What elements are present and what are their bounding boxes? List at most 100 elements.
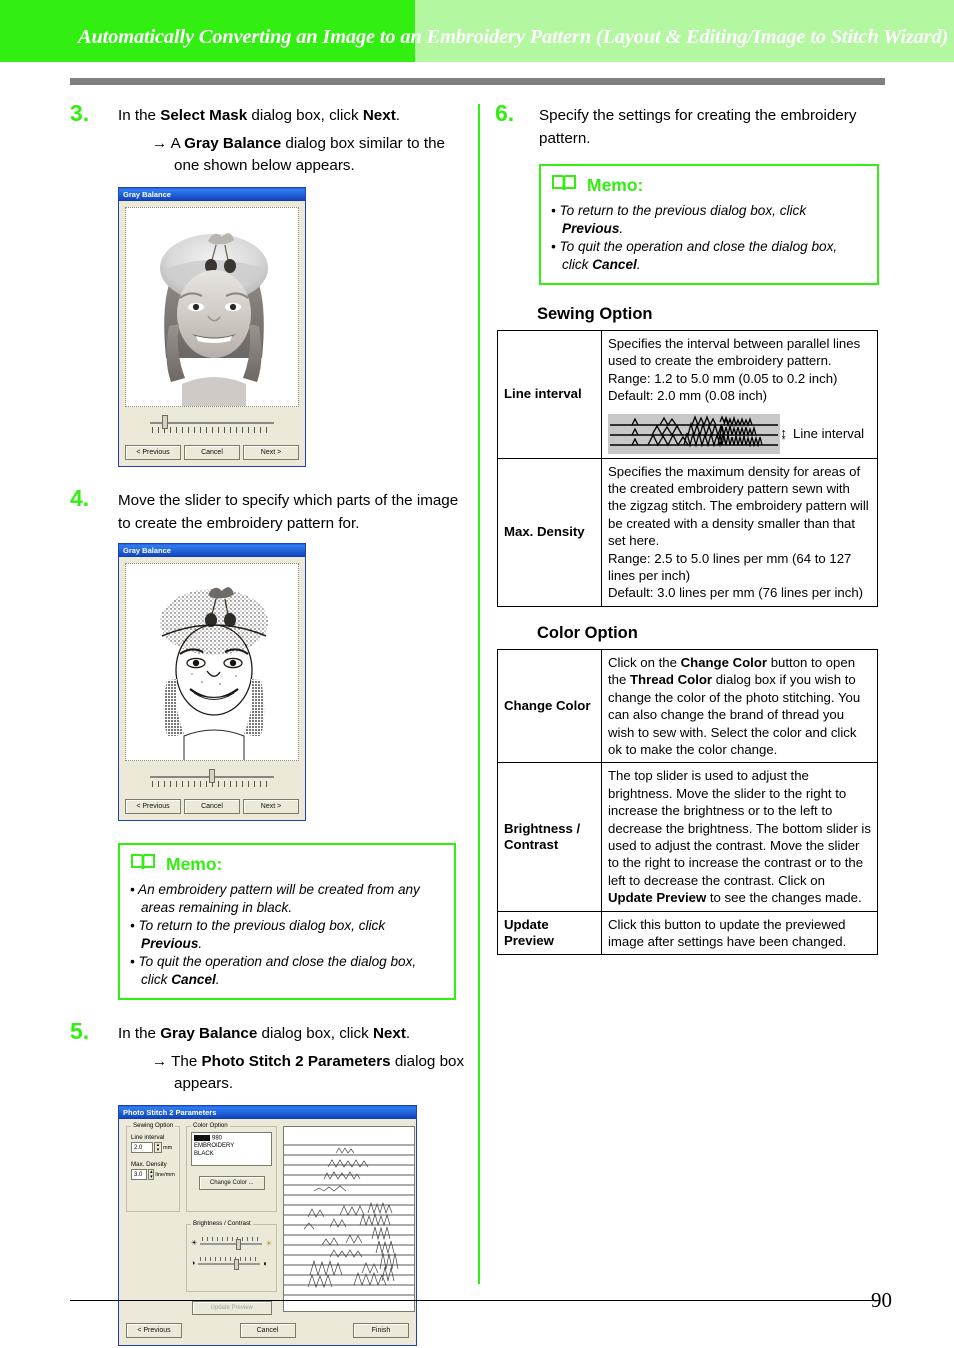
step-5-text-a: In the	[118, 1025, 161, 1042]
sewing-option-panel: Sewing Option Line interval 2.0 ▴ ▾ mm Ma…	[126, 1122, 180, 1315]
thread-color-list[interactable]: 980 EMBROIDERY BLACK	[191, 1132, 273, 1166]
next-button[interactable]: Next >	[243, 799, 299, 814]
thread-code: 980	[212, 1135, 223, 1142]
slider-track	[200, 1243, 263, 1245]
memo-item-text: .	[215, 971, 220, 987]
desc-text: The top slider is used to adjust the bri…	[608, 768, 871, 888]
thread-entry[interactable]: 980	[194, 1135, 269, 1143]
max-density-unit: line/mm	[155, 1171, 175, 1178]
brightness-high-icon: ☀	[265, 1238, 273, 1248]
dialog-titlebar: Photo Stitch 2 Parameters	[119, 1106, 416, 1119]
memo-header: Memo:	[551, 173, 867, 197]
previous-button[interactable]: < Previous	[125, 445, 181, 460]
gray-balance-slider-2[interactable]	[150, 769, 274, 789]
slider-track	[150, 422, 274, 424]
memo-item-term: Cancel	[592, 256, 637, 272]
page-header: Automatically Converting an Image to an …	[0, 0, 954, 62]
memo-item-text: An embroidery pattern will be created fr…	[138, 882, 420, 915]
step-5-result: → The Photo Stitch 2 Parameters dialog b…	[152, 1051, 470, 1095]
sewing-option-caption: Sewing Option	[131, 1122, 176, 1129]
contrast-slider-row[interactable]: ◑ ◐	[191, 1256, 272, 1270]
stitch-lines-diagram	[608, 413, 780, 454]
spinner-arrows-icon[interactable]: ▴ ▾	[154, 1142, 162, 1153]
step-3-term-gray-balance: Gray Balance	[184, 135, 282, 152]
dialog-gray-balance-1[interactable]: Gray Balance < Previous Cancel Next >	[118, 187, 306, 467]
left-column: 3. In the Select Mask dialog box, click …	[70, 100, 470, 1346]
memo-box-right: Memo: • To return to the previous dialog…	[539, 164, 879, 285]
cancel-button[interactable]: Cancel	[184, 799, 240, 814]
dialog-photo-stitch-parameters[interactable]: Photo Stitch 2 Parameters Sewing Option …	[118, 1105, 417, 1346]
brightness-contrast-group: Brightness / Contrast ☀ ☀ ◑ ◐	[186, 1220, 278, 1292]
next-button[interactable]: Next >	[243, 445, 299, 460]
memo-title: Memo:	[587, 174, 644, 195]
slider-ticks	[152, 427, 272, 433]
dialog-button-row: < Previous Cancel Next >	[125, 799, 299, 814]
slider-ticks	[202, 1237, 261, 1241]
desc-line: Default: 3.0 lines per mm (76 lines per …	[608, 585, 864, 601]
memo-item-text: To return to the previous dialog box, cl…	[559, 203, 807, 218]
slider-ticks	[200, 1257, 259, 1261]
line-interval-spinner[interactable]: 2.0 ▴ ▾ mm	[131, 1142, 175, 1153]
memo-item: • To quit the operation and close the di…	[551, 239, 838, 272]
change-color-button[interactable]: Change Color ...	[198, 1176, 265, 1190]
desc-term-update-preview: Update Preview	[608, 890, 707, 906]
gray-balance-slider-1[interactable]	[150, 415, 274, 435]
cancel-button[interactable]: Cancel	[239, 1323, 296, 1338]
step-5-text-b: dialog box, click	[257, 1025, 373, 1042]
contrast-slider[interactable]	[198, 1256, 261, 1270]
step-3-term-select-mask: Select Mask	[160, 107, 248, 124]
row-term-change-color: Change Color	[497, 648, 602, 764]
desc-line: Range: 2.5 to 5.0 lines per mm (64 to 12…	[608, 550, 852, 584]
step-6-text: Specify the settings for creating the em…	[539, 107, 857, 147]
desc-line: Specifies the maximum density for areas …	[608, 463, 869, 549]
slider-track	[198, 1263, 261, 1265]
footer-rule	[70, 1300, 880, 1301]
book-icon-svg	[552, 175, 576, 191]
memo-item-text: .	[619, 220, 624, 236]
memo-item-term: Cancel	[171, 971, 216, 987]
table-row: Change Color Click on the Change Color b…	[497, 648, 878, 764]
desc-term-change-color: Change Color	[680, 654, 768, 670]
brightness-slider-row[interactable]: ☀ ☀	[191, 1236, 272, 1250]
step-5-result-a: The	[171, 1053, 202, 1070]
max-density-spinner[interactable]: 3.0 ▴ ▾ line/mm	[131, 1169, 175, 1180]
sewing-option-heading: Sewing Option	[537, 305, 653, 323]
row-term-line-interval: Line interval	[497, 330, 602, 459]
contrast-low-icon: ◑	[191, 1259, 196, 1267]
cancel-button[interactable]: Cancel	[184, 445, 240, 460]
line-interval-unit: mm	[163, 1144, 173, 1151]
slider-knob[interactable]	[209, 769, 215, 783]
line-interval-value[interactable]: 2.0	[131, 1142, 153, 1153]
dialog-titlebar: Gray Balance	[119, 188, 305, 201]
finish-button[interactable]: Finish	[353, 1323, 409, 1338]
spinner-arrows-icon[interactable]: ▴ ▾	[148, 1169, 155, 1180]
row-desc-line-interval: Specifies the interval between parallel …	[601, 330, 878, 459]
memo-title: Memo:	[166, 853, 223, 874]
slider-knob[interactable]	[236, 1239, 242, 1250]
slider-knob[interactable]	[234, 1259, 240, 1270]
memo-header: Memo:	[130, 852, 444, 876]
memo-list: • An embroidery pattern will be created …	[130, 881, 444, 988]
dialog-gray-balance-2[interactable]: Gray Balance < Previous Cancel Next >	[118, 543, 306, 821]
arrow-icon: →	[152, 135, 168, 152]
previous-button[interactable]: < Previous	[125, 799, 181, 814]
brightness-slider[interactable]	[200, 1236, 263, 1250]
sewing-option-table: Line interval Specifies the interval bet…	[497, 330, 878, 607]
step-5-number: 5.	[70, 1018, 90, 1044]
memo-item: • To return to the previous dialog box, …	[130, 918, 386, 951]
color-option-table: Change Color Click on the Change Color b…	[497, 648, 878, 956]
max-density-value[interactable]: 3.0	[131, 1169, 148, 1180]
row-desc-brightness-contrast: The top slider is used to adjust the bri…	[601, 762, 878, 912]
step-3-text: In the Select Mask dialog box, click Nex…	[118, 104, 470, 127]
memo-box-left: Memo: • An embroidery pattern will be cr…	[118, 843, 456, 1000]
previous-button[interactable]: < Previous	[126, 1323, 182, 1338]
book-icon	[551, 173, 577, 197]
step-3-result: → A Gray Balance dialog box similar to t…	[152, 133, 470, 177]
update-preview-button[interactable]: Update Preview	[191, 1301, 272, 1315]
color-option-caption: Color Option	[191, 1122, 230, 1129]
step-6: 6. Specify the settings for creating the…	[495, 100, 885, 150]
memo-item-term: Previous	[141, 935, 199, 951]
memo-item-text: To return to the previous dialog box, cl…	[138, 918, 386, 933]
slider-knob[interactable]	[161, 415, 168, 429]
thread-color-name: BLACK	[194, 1150, 214, 1157]
